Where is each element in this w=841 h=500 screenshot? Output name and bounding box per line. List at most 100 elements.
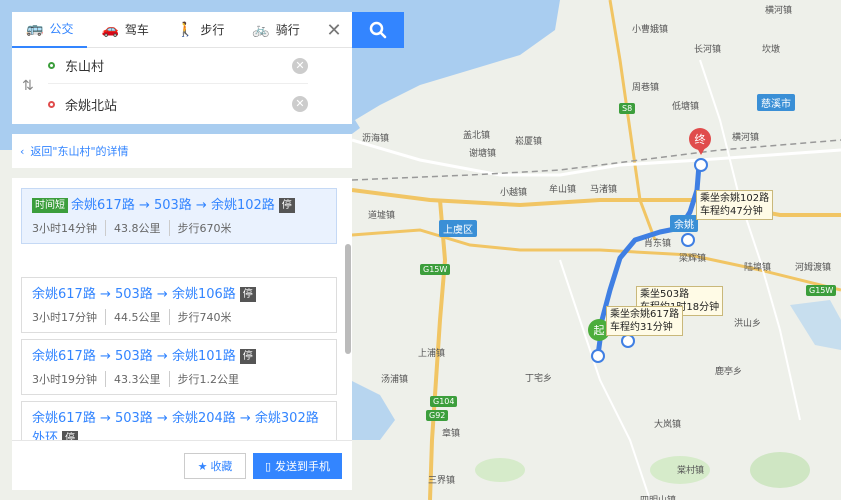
- route-results: 时间短 余姚617路 → 503路 → 余姚102路停 3小时14分钟 43.8公里步…: [12, 178, 352, 440]
- route-option[interactable]: 时间短 余姚617路 → 503路 → 余姚102路停 3小时14分钟 43.8公里步…: [21, 188, 337, 244]
- place-label: 棠村镇: [677, 466, 705, 476]
- place-label: 横河镇: [732, 133, 760, 143]
- start-dot-icon: [48, 62, 55, 69]
- route-duration: 3小时17分钟: [32, 311, 97, 324]
- stop-badge: 停: [62, 431, 79, 440]
- bus-stop-icon[interactable]: [694, 158, 708, 172]
- route-distance: 44.5公里: [105, 309, 161, 325]
- favorite-button[interactable]: ★ 收藏: [184, 453, 246, 479]
- bus-stop-icon[interactable]: [621, 334, 635, 348]
- place-label: 河姆渡镇: [795, 263, 832, 273]
- route-tag-line: 乘坐503路: [640, 289, 690, 300]
- route-option-title-row: 余姚617路 → 503路 → 余姚204路 → 余姚302路外环停: [32, 409, 326, 440]
- place-label: 道墟镇: [368, 211, 396, 221]
- place-label: 周巷镇: [632, 83, 660, 93]
- walk-icon: 🚶: [176, 21, 195, 38]
- phone-icon: ▯: [264, 459, 272, 473]
- place-label: 四明山镇: [640, 493, 676, 500]
- place-label: 慈溪市: [757, 94, 795, 111]
- mode-bike[interactable]: 🚲 骑行: [238, 12, 313, 48]
- stop-badge: 停: [239, 287, 256, 302]
- place-label: 肖东镇: [644, 239, 672, 249]
- place-label: 梁辉镇: [679, 254, 707, 264]
- route-option-title: 余姚617路 → 503路 → 余姚101路: [32, 349, 236, 364]
- start-field: ✕: [48, 48, 308, 84]
- road-shield: G92: [426, 410, 449, 421]
- route-option-title-row: 余姚617路 → 503路 → 余姚106路停: [32, 285, 326, 305]
- route-option[interactable]: 余姚617路 → 503路 → 余姚106路停 3小时17分钟 44.5公里 步行74…: [21, 277, 337, 333]
- car-icon: 🚗: [101, 21, 119, 38]
- route-walk: 步行1.2公里: [168, 371, 239, 387]
- route-option[interactable]: 余姚617路 → 503路 → 余姚204路 → 余姚302路外环停: [21, 401, 337, 440]
- send-label: 发送到手机: [275, 460, 331, 473]
- place-label: 低塘镇: [672, 102, 700, 112]
- route-tag-line: 车程约47分钟: [700, 206, 763, 217]
- place-label: 沥海镇: [362, 134, 390, 144]
- scrollbar-thumb[interactable]: [345, 244, 351, 354]
- route-walk: 步行670米: [168, 220, 232, 236]
- star-icon: ★: [197, 459, 208, 473]
- clear-end-icon[interactable]: ✕: [292, 96, 308, 112]
- mode-label: 骑行: [275, 23, 300, 37]
- mode-walk[interactable]: 🚶 步行: [163, 12, 238, 48]
- place-label: 长河镇: [694, 45, 722, 55]
- transport-mode-bar: 🚌 公交 🚗 驾车 🚶 步行 🚲 骑行 ✕: [12, 12, 352, 48]
- favorite-label: 收藏: [210, 460, 233, 473]
- end-input[interactable]: [65, 96, 265, 112]
- end-field: ✕: [48, 86, 308, 122]
- place-label: 马渚镇: [590, 185, 618, 195]
- road-shield: G15W: [806, 285, 837, 296]
- place-label: 丁宅乡: [525, 374, 553, 384]
- start-marker-label: 起: [593, 324, 605, 337]
- route-distance: 43.8公里: [105, 220, 161, 236]
- place-label: 章镇: [442, 429, 461, 439]
- route-tag-617: 乘坐余姚617路 车程约31分钟: [606, 306, 684, 336]
- send-to-phone-button[interactable]: ▯ 发送到手机: [253, 453, 342, 479]
- place-label: 汤浦镇: [381, 375, 409, 385]
- route-tag-line: 乘坐余姚617路: [610, 309, 680, 320]
- route-inputs: ⇅ ✕ ✕: [12, 48, 352, 124]
- route-option-meta: 3小时14分钟 43.8公里 步行670米: [32, 220, 326, 236]
- road-shield: G15W: [420, 264, 451, 275]
- road-shield: S8: [619, 103, 636, 114]
- route-option-title-row: 时间短 余姚617路 → 503路 → 余姚102路停: [32, 196, 326, 216]
- route-option-title-row: 余姚617路 → 503路 → 余姚101路停: [32, 347, 326, 367]
- back-link[interactable]: ‹ 返回"东山村"的详情: [12, 134, 352, 168]
- place-label: 盖北镇: [463, 131, 491, 141]
- place-label: 上虞区: [439, 220, 477, 237]
- bus-stop-icon[interactable]: [681, 233, 695, 247]
- mode-label: 步行: [200, 23, 225, 37]
- route-option-meta: 3小时19分钟 43.3公里 步行1.2公里: [32, 371, 326, 387]
- road-shield: G104: [430, 396, 458, 407]
- mode-bus[interactable]: 🚌 公交: [12, 12, 88, 48]
- fastest-badge: 时间短: [32, 198, 68, 213]
- close-icon[interactable]: ✕: [324, 20, 344, 41]
- mode-drive[interactable]: 🚗 驾车: [87, 12, 162, 48]
- route-duration: 3小时14分钟: [32, 222, 97, 235]
- end-marker-label: 终: [694, 133, 706, 146]
- search-icon: [369, 21, 387, 39]
- search-button[interactable]: [352, 12, 404, 48]
- place-label: 横河镇: [765, 6, 793, 16]
- route-duration: 3小时19分钟: [32, 373, 97, 386]
- mode-label: 公交: [49, 22, 74, 36]
- route-walk: 步行740米: [168, 309, 232, 325]
- route-option[interactable]: 余姚617路 → 503路 → 余姚101路停 3小时19分钟 43.3公里 步行1.…: [21, 339, 337, 395]
- bus-stop-icon[interactable]: [591, 349, 605, 363]
- place-label: 三界镇: [428, 476, 456, 486]
- route-tag-line: 乘坐余姚102路: [700, 193, 770, 204]
- bus-icon: 🚌: [26, 20, 44, 37]
- place-label: 上浦镇: [418, 349, 446, 359]
- start-input[interactable]: [65, 58, 265, 73]
- back-link-label: 返回"东山村"的详情: [30, 145, 129, 158]
- mode-label: 驾车: [124, 23, 149, 37]
- end-dot-icon: [48, 100, 55, 108]
- stop-badge: 停: [278, 198, 295, 213]
- swap-icon[interactable]: ⇅: [22, 78, 34, 94]
- place-label: 崧厦镇: [515, 137, 543, 147]
- panel-footer: ★ 收藏 ▯ 发送到手机: [12, 440, 352, 490]
- place-label: 鹿亭乡: [715, 367, 743, 377]
- place-label: 小越镇: [500, 188, 528, 198]
- clear-start-icon[interactable]: ✕: [292, 57, 308, 74]
- end-marker[interactable]: 终: [689, 128, 711, 150]
